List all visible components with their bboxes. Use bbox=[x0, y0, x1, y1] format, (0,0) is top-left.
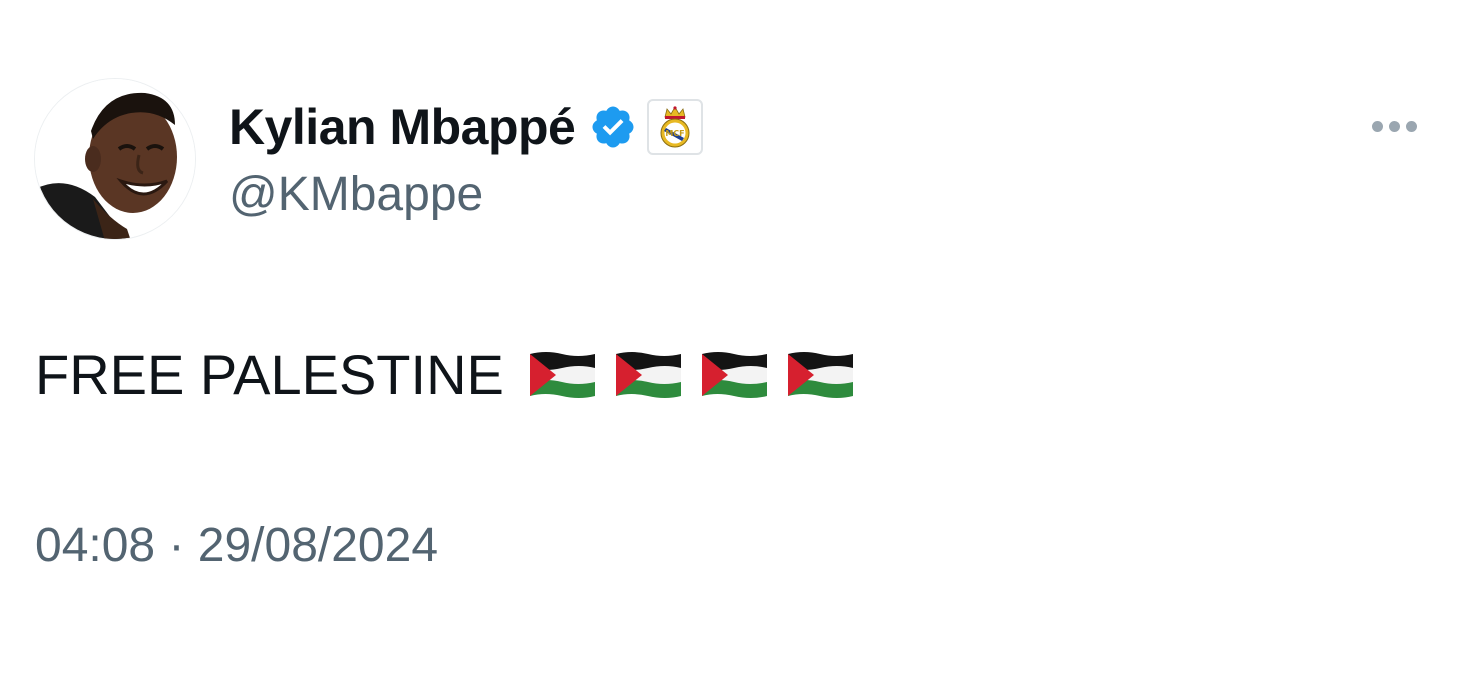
more-icon-dot bbox=[1388, 120, 1400, 132]
more-options-button[interactable] bbox=[1362, 110, 1426, 142]
display-name[interactable]: Kylian Mbappé bbox=[229, 97, 576, 157]
palestine-flag-icon bbox=[701, 352, 767, 398]
tweet: Kylian Mbappé MCF @KMbappe FREE PALESTIN… bbox=[0, 0, 1460, 699]
tweet-body: FREE PALESTINE bbox=[35, 340, 855, 410]
palestine-flag-icon bbox=[787, 352, 853, 398]
tweet-timestamp[interactable]: 04:08 · 29/08/2024 bbox=[35, 516, 438, 576]
real-madrid-crest-icon: MCF bbox=[660, 106, 690, 148]
palestine-flag-icon bbox=[615, 352, 681, 398]
author-name-row: Kylian Mbappé MCF bbox=[229, 96, 704, 158]
verified-badge-icon[interactable] bbox=[589, 103, 637, 151]
author-handle[interactable]: @KMbappe bbox=[229, 166, 483, 224]
avatar-image bbox=[35, 79, 195, 239]
palestine-flag-icon bbox=[529, 352, 595, 398]
tweet-text: FREE PALESTINE bbox=[35, 343, 504, 406]
emoji-group bbox=[528, 350, 855, 400]
svg-text:MCF: MCF bbox=[666, 129, 685, 138]
affiliate-badge[interactable]: MCF bbox=[647, 99, 704, 155]
avatar[interactable] bbox=[34, 78, 196, 240]
more-icon bbox=[1371, 120, 1383, 132]
more-icon-dot bbox=[1405, 120, 1417, 132]
